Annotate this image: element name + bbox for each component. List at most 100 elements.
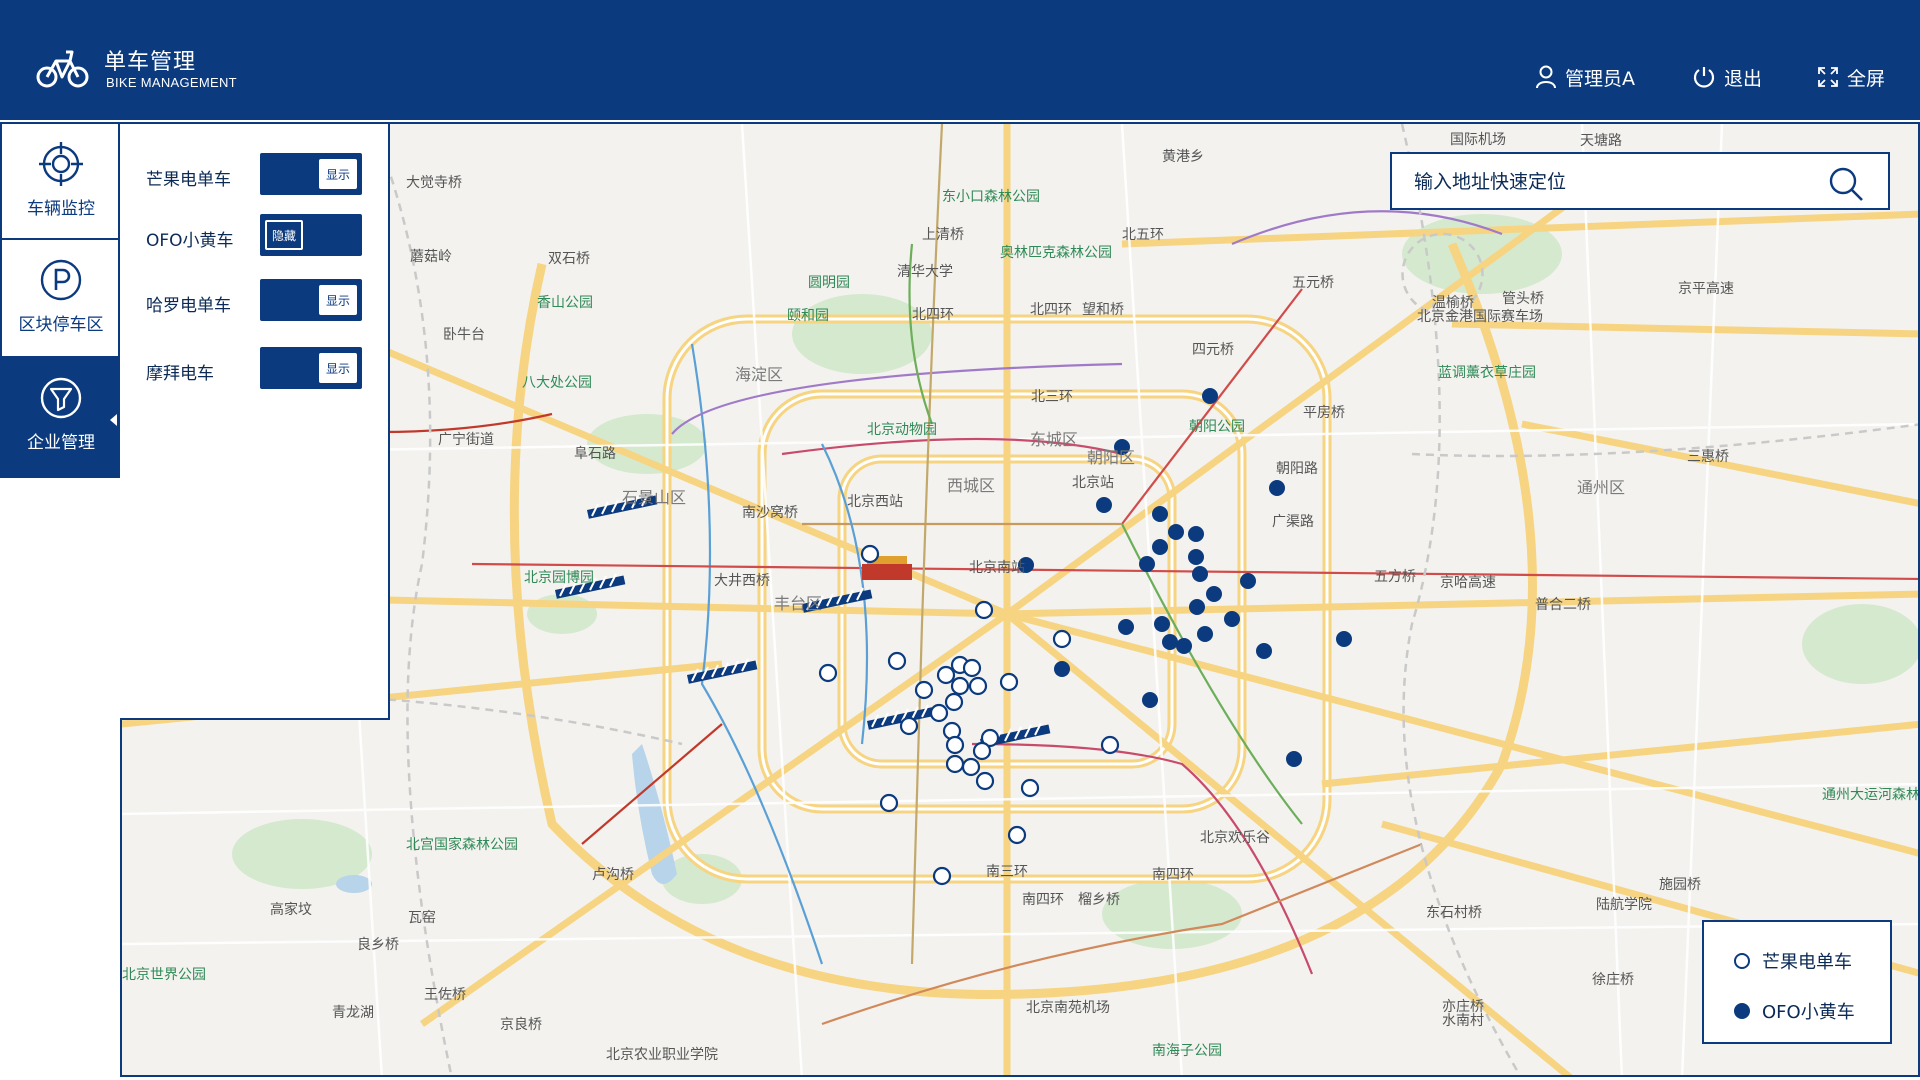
map-place-label: 北京站 — [1072, 475, 1114, 491]
map-place-label: 东城区 — [1030, 430, 1079, 449]
map-place-label: 瓦窑 — [408, 910, 436, 926]
nav-label: 区块停车区 — [18, 315, 104, 335]
map-place-label: 榴乡桥 — [1078, 892, 1120, 908]
map-place-label: 五方桥 — [1374, 569, 1416, 585]
bike-logo-icon — [36, 50, 89, 88]
filter-label: 芒果电单车 — [146, 170, 231, 190]
filter-row-hello: 哈罗电单车 显示 — [120, 279, 390, 323]
map-place-label: 奥林匹克森林公园 — [1000, 245, 1112, 261]
map-place-label: 水南村 — [1442, 1013, 1484, 1029]
map-place-label: 北四环 — [1030, 302, 1072, 318]
map-place-label: 南四环 — [1152, 867, 1194, 883]
map-place-label: 丰台区 — [774, 594, 823, 613]
logout-label: 退出 — [1724, 67, 1763, 90]
map-place-label: 青龙湖 — [332, 1005, 374, 1021]
fullscreen-button[interactable]: 全屏 — [1817, 62, 1885, 92]
toggle-hello[interactable]: 显示 — [260, 279, 362, 321]
user-menu-button[interactable]: 管理员A — [1535, 62, 1635, 92]
legend-item-ofo: OFO小黄车 — [1734, 998, 1855, 1024]
map-place-label: 三惠桥 — [1687, 449, 1729, 465]
address-search-input[interactable] — [1414, 166, 1814, 198]
map-place-label: 八大处公园 — [522, 375, 592, 391]
map-place-label: 朝阳路 — [1276, 461, 1318, 477]
map-place-label: 普合二桥 — [1535, 597, 1591, 613]
power-icon — [1693, 67, 1715, 88]
map-place-label: 徐庄桥 — [1592, 972, 1634, 988]
filter-panel: 芒果电单车 显示 OFO小黄车 隐藏 哈罗电单车 显示 摩拜电车 显示 — [120, 122, 390, 720]
map-place-label: 大觉寺桥 — [406, 175, 462, 191]
map-place-label: 双石桥 — [548, 251, 590, 267]
toggle-state: 显示 — [319, 353, 357, 383]
toggle-ofo[interactable]: 隐藏 — [260, 214, 362, 256]
filter-label: OFO小黄车 — [146, 231, 234, 251]
toggle-state: 隐藏 — [265, 220, 303, 250]
fullscreen-label: 全屏 — [1847, 67, 1886, 90]
map-place-label: 蓝调薰衣草庄园 — [1438, 365, 1536, 381]
map-place-label: 西城区 — [947, 476, 996, 495]
map-place-label: 京良桥 — [500, 1017, 542, 1033]
app-header: 单车管理 BIKE MANAGEMENT 管理员A 退出 全屏 — [0, 0, 1920, 120]
filter-icon — [40, 377, 82, 419]
toggle-mobike[interactable]: 显示 — [260, 347, 362, 389]
nav-label: 企业管理 — [27, 433, 95, 453]
map-place-label: 南沙窝桥 — [742, 505, 798, 521]
map-place-label: 京哈高速 — [1440, 575, 1496, 591]
map-place-label: 北四环 — [912, 307, 954, 323]
filter-row-mango: 芒果电单车 显示 — [120, 153, 390, 197]
app-subtitle: BIKE MANAGEMENT — [106, 75, 237, 90]
map-place-label: 东石村桥 — [1426, 905, 1482, 921]
toggle-mango[interactable]: 显示 — [260, 153, 362, 195]
user-icon — [1536, 65, 1556, 89]
toggle-state: 显示 — [319, 159, 357, 189]
map-place-label: 南海子公园 — [1152, 1043, 1222, 1059]
city-map[interactable]: 国际机场 天塘路 黄港乡 大觉寺桥 东小口森林公园 北五环 五元桥 温榆桥 管头桥 京平高速 北京金… — [120, 122, 1920, 1077]
map-place-label: 北京西站 — [847, 494, 903, 510]
map-place-label: 阜石路 — [574, 446, 616, 462]
nav-item-enterprise[interactable]: 企业管理 — [0, 358, 120, 478]
map-place-label: 蘑菇岭 — [410, 249, 452, 265]
fullscreen-icon — [1818, 67, 1838, 87]
active-indicator — [110, 414, 117, 426]
map-place-label: 大井西桥 — [714, 573, 770, 589]
map-place-label: 高家坟 — [270, 902, 312, 918]
filter-row-ofo: OFO小黄车 隐藏 — [120, 214, 390, 258]
map-place-label: 北五环 — [1122, 227, 1164, 243]
map-place-label: 香山公园 — [537, 295, 593, 311]
filter-label: 摩拜电车 — [146, 364, 214, 384]
map-place-label: 北京欢乐谷 — [1200, 830, 1270, 846]
filled-circle-icon — [1734, 1003, 1750, 1019]
map-place-label: 北三环 — [1031, 389, 1073, 405]
map-place-label: 北京南站 — [969, 560, 1025, 576]
nav-item-parking-zone[interactable]: 区块停车区 — [0, 240, 120, 358]
nav-item-vehicle-monitor[interactable]: 车辆监控 — [0, 122, 120, 240]
hollow-circle-icon — [1734, 953, 1750, 969]
map-place-label: 良乡桥 — [357, 937, 399, 953]
map-place-label: 通州区 — [1577, 478, 1626, 497]
map-legend: 芒果电单车 OFO小黄车 — [1702, 920, 1892, 1044]
legend-label: OFO小黄车 — [1762, 1002, 1855, 1023]
map-place-label: 北京农业职业学院 — [606, 1047, 718, 1063]
map-place-label: 上清桥 — [922, 227, 964, 243]
map-place-label: 北京金港国际赛车场 — [1417, 309, 1543, 325]
legend-label: 芒果电单车 — [1762, 952, 1852, 973]
side-nav: 车辆监控 区块停车区 企业管理 — [0, 122, 120, 478]
map-place-label: 五元桥 — [1292, 275, 1334, 291]
address-search-box — [1390, 152, 1890, 210]
search-icon[interactable] — [1828, 166, 1864, 202]
map-place-label: 南四环 — [1022, 892, 1064, 908]
map-place-label: 王佐桥 — [424, 987, 466, 1003]
map-place-label: 施园桥 — [1659, 877, 1701, 893]
map-place-label: 圆明园 — [808, 275, 850, 291]
map-place-label: 管头桥 — [1502, 291, 1544, 307]
map-place-label: 广宁街道 — [438, 432, 494, 448]
logout-button[interactable]: 退出 — [1692, 62, 1762, 92]
map-place-label: 卢沟桥 — [592, 867, 634, 883]
target-icon — [39, 142, 83, 186]
legend-item-mango: 芒果电单车 — [1734, 948, 1852, 974]
map-place-label: 朝阳公园 — [1189, 419, 1245, 435]
map-place-label: 房山区 — [438, 1072, 486, 1075]
map-place-label: 通州大运河森林公园 — [1822, 787, 1920, 803]
map-place-label: 卧牛台 — [443, 327, 485, 343]
app-title: 单车管理 — [104, 50, 197, 75]
map-place-label: 广渠路 — [1272, 514, 1314, 530]
